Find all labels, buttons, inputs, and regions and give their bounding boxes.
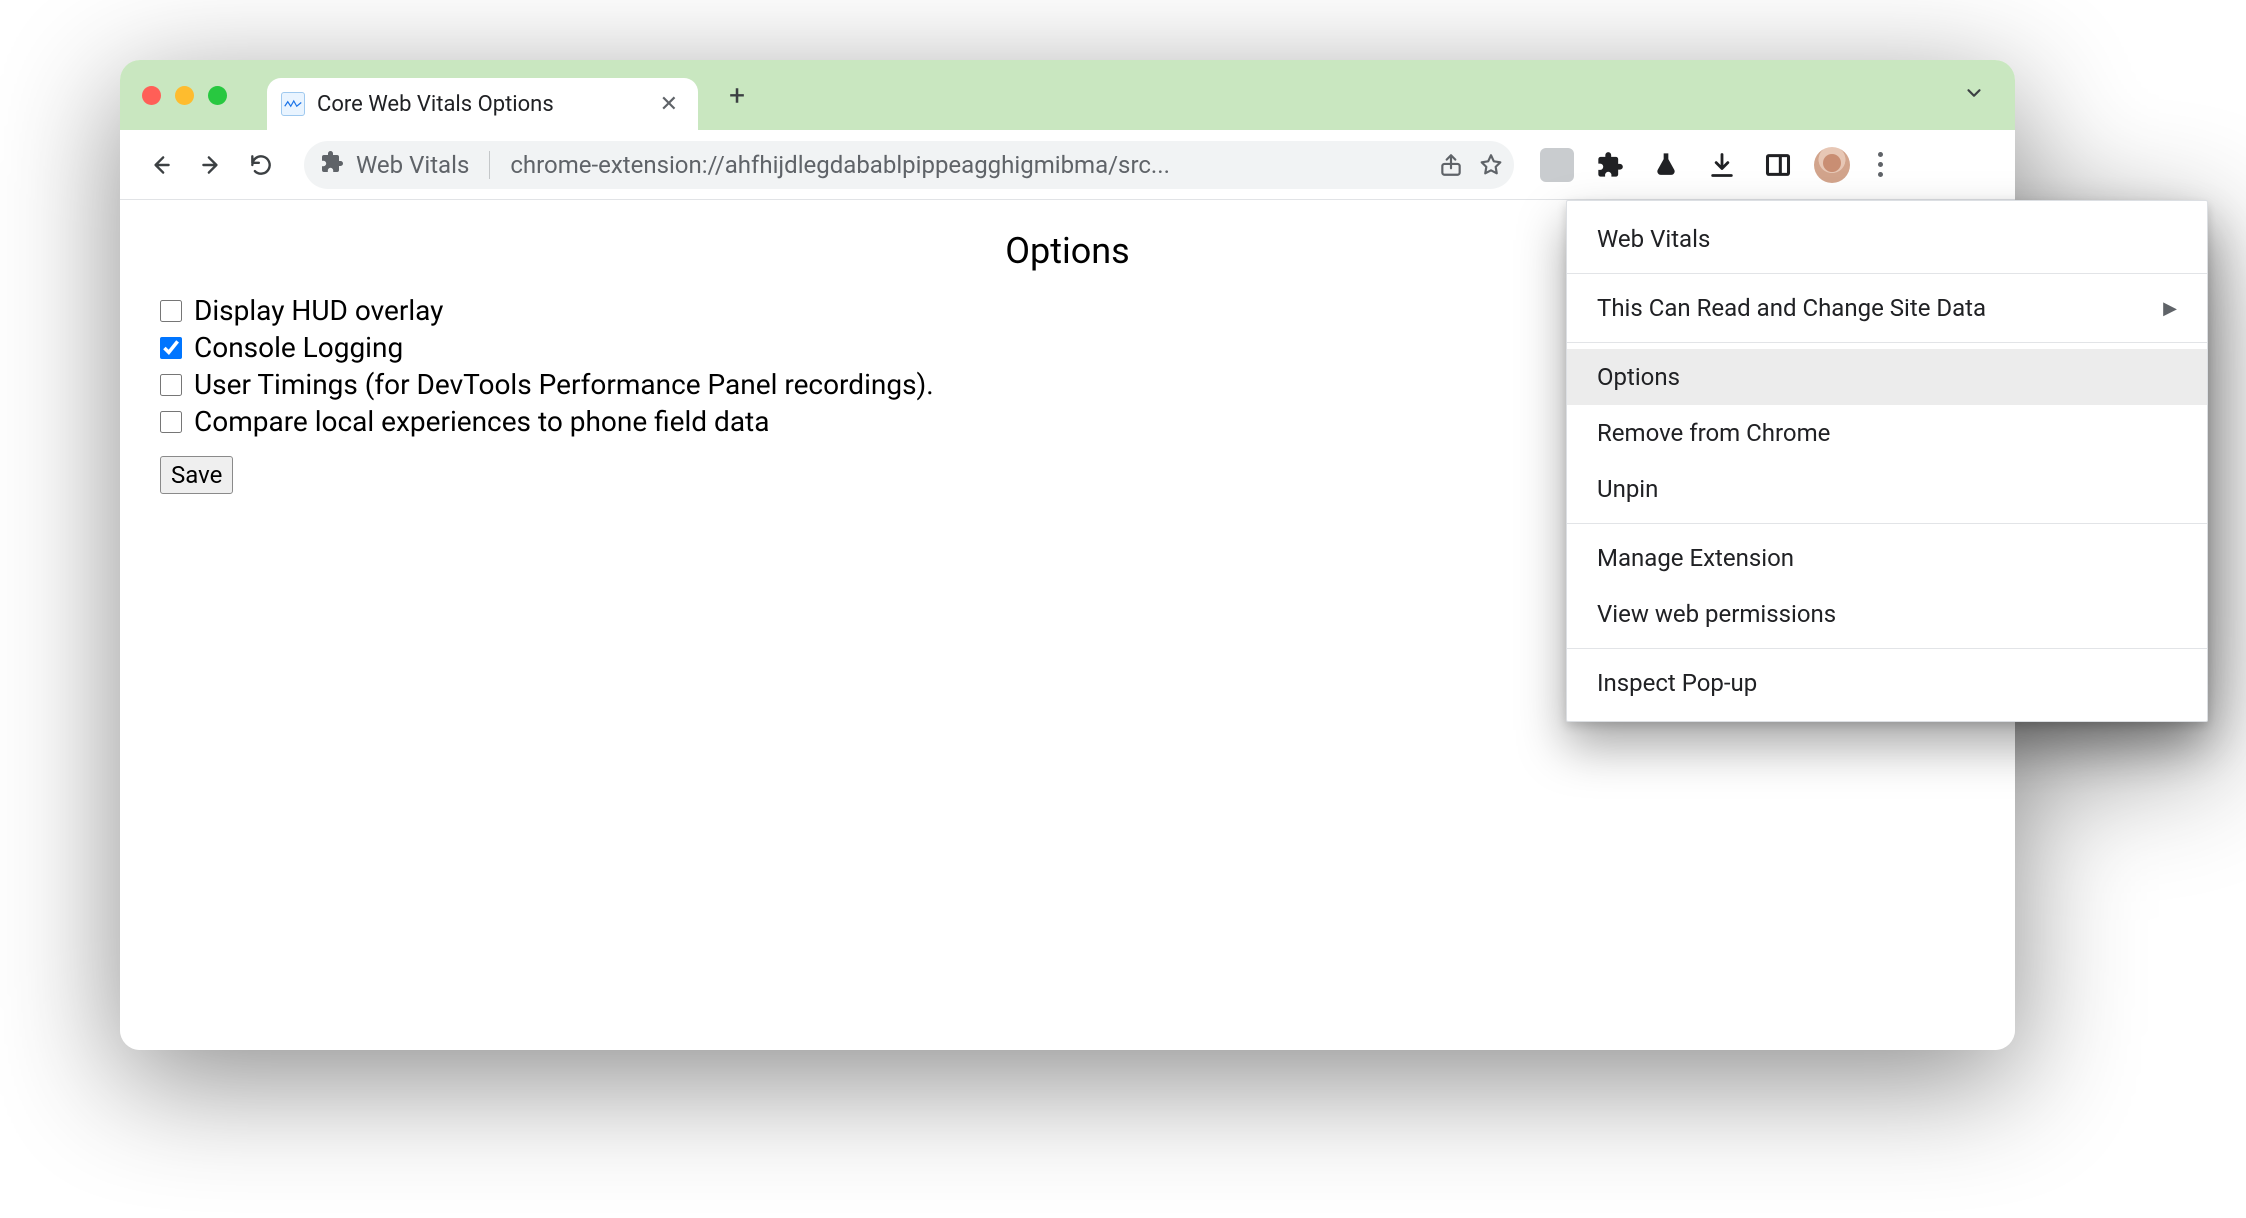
- option-label: Display HUD overlay: [194, 294, 443, 327]
- menu-item-label: Inspect Pop-up: [1597, 669, 1757, 697]
- option-label: Console Logging: [194, 331, 403, 364]
- extension-puzzle-icon: [320, 150, 344, 180]
- menu-separator: [1567, 523, 2207, 524]
- downloads-icon[interactable]: [1702, 145, 1742, 185]
- save-button[interactable]: Save: [160, 456, 233, 494]
- address-bar[interactable]: Web Vitals chrome-extension://ahfhijdleg…: [304, 141, 1514, 189]
- menu-item-label: Options: [1597, 363, 1680, 391]
- menu-item-label: This Can Read and Change Site Data: [1597, 294, 1986, 322]
- window-minimize-button[interactable]: [175, 86, 194, 105]
- share-icon[interactable]: [1438, 152, 1464, 178]
- menu-separator: [1567, 342, 2207, 343]
- window-maximize-button[interactable]: [208, 86, 227, 105]
- labs-flask-icon[interactable]: [1646, 145, 1686, 185]
- window-close-button[interactable]: [142, 86, 161, 105]
- tab-strip: Core Web Vitals Options ✕ +: [120, 60, 2015, 130]
- omnibox-separator: [489, 151, 490, 179]
- option-checkbox[interactable]: [160, 374, 182, 396]
- menu-separator: [1567, 648, 2207, 649]
- option-checkbox[interactable]: [160, 300, 182, 322]
- option-checkbox[interactable]: [160, 411, 182, 433]
- bookmark-star-icon[interactable]: [1478, 152, 1504, 178]
- menu-item[interactable]: Unpin: [1567, 461, 2207, 517]
- menu-item[interactable]: Options: [1567, 349, 2207, 405]
- menu-item-label: Unpin: [1597, 475, 1658, 503]
- menu-item[interactable]: Manage Extension: [1567, 530, 2207, 586]
- profile-avatar[interactable]: [1814, 147, 1850, 183]
- tab-favicon: [281, 92, 305, 116]
- menu-item[interactable]: Remove from Chrome: [1567, 405, 2207, 461]
- option-label: Compare local experiences to phone field…: [194, 405, 769, 438]
- extension-thumb-icon[interactable]: [1540, 148, 1574, 182]
- toolbar-actions: [1540, 145, 1894, 185]
- menu-item[interactable]: Inspect Pop-up: [1567, 655, 2207, 711]
- menu-header: Web Vitals: [1567, 211, 2207, 267]
- menu-item[interactable]: View web permissions: [1567, 586, 2207, 642]
- menu-item-label: View web permissions: [1597, 600, 1836, 628]
- extension-name-chip: Web Vitals: [356, 151, 469, 179]
- browser-tab[interactable]: Core Web Vitals Options ✕: [267, 78, 698, 130]
- browser-toolbar: Web Vitals chrome-extension://ahfhijdleg…: [120, 130, 2015, 200]
- menu-header-label: Web Vitals: [1597, 225, 1710, 253]
- option-label: User Timings (for DevTools Performance P…: [194, 368, 934, 401]
- reload-button[interactable]: [240, 144, 282, 186]
- menu-item[interactable]: This Can Read and Change Site Data ▶: [1567, 280, 2207, 336]
- browser-window: Core Web Vitals Options ✕ +: [120, 60, 2015, 1050]
- tab-close-button[interactable]: ✕: [656, 92, 682, 117]
- side-panel-icon[interactable]: [1758, 145, 1798, 185]
- forward-button[interactable]: [190, 144, 232, 186]
- tab-search-chevron-icon[interactable]: [1963, 82, 1985, 108]
- submenu-arrow-icon: ▶: [2163, 298, 2177, 319]
- chrome-menu-button[interactable]: [1866, 152, 1894, 177]
- menu-item-label: Remove from Chrome: [1597, 419, 1830, 447]
- menu-separator: [1567, 273, 2207, 274]
- menu-item-label: Manage Extension: [1597, 544, 1794, 572]
- tab-title: Core Web Vitals Options: [317, 92, 554, 117]
- back-button[interactable]: [140, 144, 182, 186]
- option-checkbox[interactable]: [160, 337, 182, 359]
- window-controls: [142, 86, 227, 105]
- extensions-puzzle-icon[interactable]: [1590, 145, 1630, 185]
- address-bar-url: chrome-extension://ahfhijdlegdabablpippe…: [510, 151, 1426, 179]
- extension-context-menu: Web Vitals This Can Read and Change Site…: [1566, 200, 2208, 722]
- new-tab-button[interactable]: +: [720, 78, 754, 112]
